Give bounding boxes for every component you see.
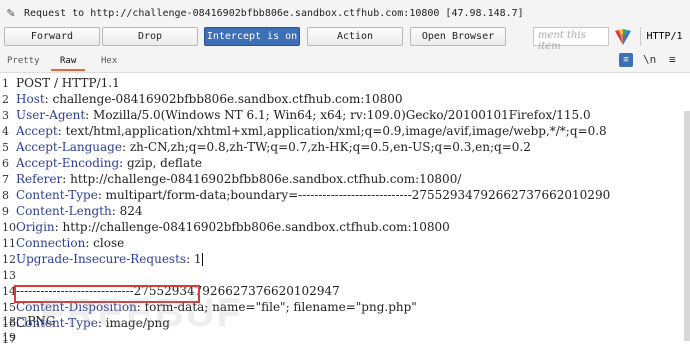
http-version-label[interactable]: HTTP/1 (640, 27, 688, 46)
header-value: http://challenge-08416902bfbb806e.sandbo… (62, 220, 450, 234)
editor-line: 1 POST / HTTP/1.1 (0, 75, 120, 91)
action-button[interactable]: Action (307, 27, 403, 46)
comment-input[interactable]: ment this item (533, 27, 609, 52)
header-separator: : (186, 252, 194, 266)
editor-line: 8 Content-Type: multipart/form-data;bound… (0, 187, 610, 203)
tab-hex[interactable]: Hex (101, 56, 117, 66)
header-name: User-Agent (16, 108, 86, 122)
line-text: POST / HTTP/1.1 (16, 76, 120, 90)
intercept-toolbar: Forward Drop Intercept is on Action Open… (0, 26, 690, 52)
header-value: 1 (193, 252, 202, 266)
request-info-bar: ✎ Request to http://challenge-08416902bf… (0, 0, 690, 27)
header-value: multipart/form-data;boundary=-----------… (105, 188, 611, 202)
editor-line: 6 Accept-Encoding: gzip, deflate (0, 155, 202, 171)
line-number: 8 (2, 189, 9, 202)
format-list-icon[interactable]: ≡ (619, 53, 633, 67)
header-separator: : (54, 220, 63, 234)
text-cursor (201, 253, 203, 266)
editor-line: 4 Accept: text/html,application/xhtml+xml… (0, 123, 607, 139)
line-number: 6 (2, 157, 9, 170)
editor-line: 9 Content-Length: 824 (0, 203, 142, 219)
header-name: Content-Length (16, 204, 112, 218)
line-number: 5 (2, 141, 9, 154)
line-number: 10 (2, 221, 16, 234)
tab-raw[interactable]: Raw (60, 56, 76, 66)
header-separator: : (119, 156, 127, 170)
line-number: 19 (2, 331, 16, 344)
editor-line: 7 Referer: http://challenge-08416902bfbb8… (0, 171, 461, 187)
header-value: zh-CN,zh;q=0.8,zh-TW;q=0.7,zh-HK;q=0.5,e… (129, 140, 531, 154)
menu-icon[interactable]: ≡ (669, 53, 676, 66)
intercept-toggle-button[interactable]: Intercept is on (204, 27, 300, 46)
editor-line: 3 User-Agent: Mozilla/5.0(Windows NT 6.1;… (0, 107, 591, 123)
line-number: 12 (2, 253, 16, 266)
header-name: Accept (16, 124, 58, 138)
header-separator: : (97, 188, 106, 202)
line-number: 2 (2, 93, 9, 106)
tab-pretty[interactable]: Pretty (7, 56, 40, 66)
header-value: Mozilla/5.0(Windows NT 6.1; Win64; x64; … (93, 108, 591, 122)
header-value: text/html,application/xhtml+xml,applicat… (65, 124, 607, 138)
header-name: Connection (16, 236, 86, 250)
header-name: Accept-Encoding (16, 156, 120, 170)
line-number: 3 (2, 109, 9, 122)
header-value: close (93, 236, 125, 250)
message-view-tabs: Pretty Raw Hex ≡ \n ≡ (0, 50, 690, 73)
vertical-scrollbar[interactable] (684, 111, 690, 341)
header-name: Upgrade-Insecure-Requests (16, 252, 187, 266)
header-name: Accept-Language (16, 140, 122, 154)
header-value: http://challenge-08416902bfbb806e.sandbo… (70, 172, 462, 186)
drop-button[interactable]: Drop (102, 27, 198, 46)
header-separator: : (121, 140, 130, 154)
header-name: Content-Type (16, 188, 98, 202)
forward-button[interactable]: Forward (4, 27, 100, 46)
line-number: 7 (2, 173, 9, 186)
header-separator: : (111, 204, 120, 218)
line-number: 11 (2, 237, 16, 250)
header-name: Host (16, 92, 45, 106)
newline-toggle-icon[interactable]: \n (643, 53, 656, 66)
highlight-color-icon[interactable] (614, 28, 632, 46)
line-number: 13 (2, 269, 16, 282)
pencil-icon: ✎ (6, 7, 16, 20)
editor-line: 13 (0, 267, 16, 283)
request-ip-text: [47.98.148.7] (445, 7, 524, 19)
line-number: 18 (2, 315, 16, 328)
editor-line: 5 Accept-Language: zh-CN,zh;q=0.8,zh-TW;q… (0, 139, 531, 155)
open-browser-button[interactable]: Open Browser (410, 27, 506, 46)
editor-line: 12Upgrade-Insecure-Requests: 1 (0, 251, 203, 267)
header-value: gzip, deflate (127, 156, 203, 170)
header-name: Referer (16, 172, 63, 186)
line-number: 4 (2, 125, 9, 138)
editor-line: 10Origin: http://challenge-08416902bfbb8… (0, 219, 450, 235)
active-tab-indicator (51, 69, 85, 71)
line-number: 1 (2, 77, 9, 90)
header-separator: : (57, 124, 66, 138)
editor-line: 11Connection: close (0, 235, 124, 251)
line-number: 9 (2, 205, 9, 218)
header-value: 824 (119, 204, 143, 218)
editor-line: 2 Host: challenge-08416902bfbb806e.sandbo… (0, 91, 403, 107)
header-separator: : (62, 172, 71, 186)
header-value: challenge-08416902bfbb806e.sandbox.ctfhu… (52, 92, 403, 106)
header-separator: : (85, 236, 94, 250)
header-name: Origin (16, 220, 55, 234)
watermark-logo: FREEBUF (40, 291, 243, 335)
request-url-text: Request to http://challenge-08416902bfbb… (24, 7, 440, 19)
header-separator: : (44, 92, 53, 106)
header-separator: : (85, 108, 94, 122)
